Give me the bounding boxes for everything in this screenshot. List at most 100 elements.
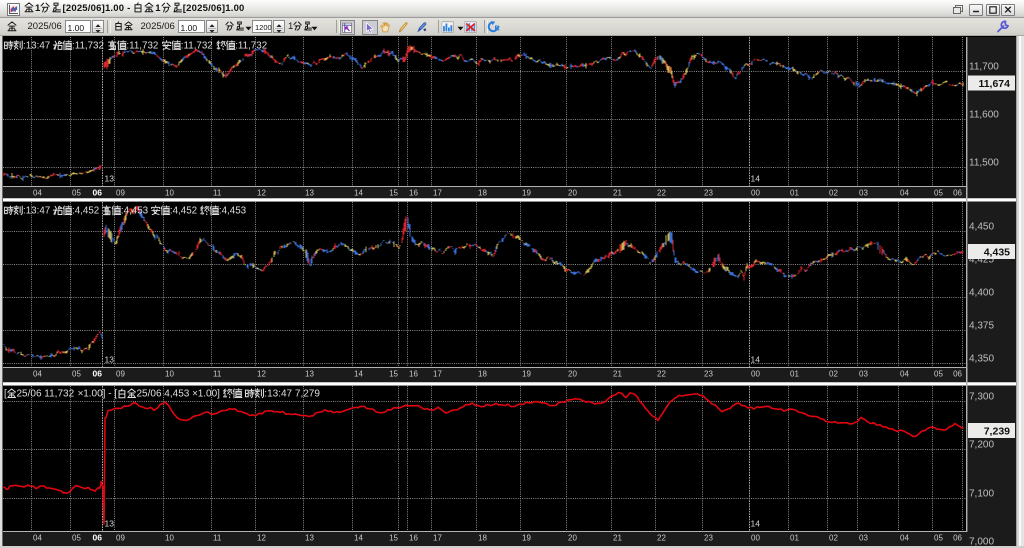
svg-text:17: 17 bbox=[433, 370, 442, 379]
svg-text:10: 10 bbox=[165, 189, 174, 198]
svg-text:01: 01 bbox=[790, 370, 799, 379]
svg-text:7,239: 7,239 bbox=[984, 426, 1010, 438]
svg-text:17: 17 bbox=[433, 189, 442, 198]
svg-text:00: 00 bbox=[751, 534, 760, 543]
svg-text:16: 16 bbox=[409, 534, 418, 543]
svg-text:19: 19 bbox=[522, 370, 531, 379]
svg-text:4,350: 4,350 bbox=[969, 354, 994, 365]
svg-text:05: 05 bbox=[72, 189, 81, 198]
svg-text:20: 20 bbox=[568, 189, 577, 198]
svg-text:04: 04 bbox=[33, 370, 42, 379]
svg-text:12: 12 bbox=[257, 189, 266, 198]
svg-text:11: 11 bbox=[213, 189, 222, 198]
svg-text:11: 11 bbox=[213, 534, 222, 543]
svg-text:11,500: 11,500 bbox=[969, 158, 999, 169]
svg-text:22: 22 bbox=[657, 189, 666, 198]
svg-text:11,600: 11,600 bbox=[969, 110, 999, 121]
svg-text:13: 13 bbox=[305, 189, 314, 198]
svg-text:00: 00 bbox=[751, 370, 760, 379]
svg-text:04: 04 bbox=[33, 534, 42, 543]
svg-text:05: 05 bbox=[72, 370, 81, 379]
svg-text:21: 21 bbox=[613, 370, 622, 379]
svg-text:22: 22 bbox=[657, 370, 666, 379]
svg-text:20: 20 bbox=[568, 534, 577, 543]
svg-text:23: 23 bbox=[704, 370, 713, 379]
svg-text:13: 13 bbox=[305, 534, 314, 543]
svg-text:06: 06 bbox=[93, 369, 103, 379]
svg-text:03: 03 bbox=[859, 189, 868, 198]
svg-text:14: 14 bbox=[751, 355, 761, 365]
svg-text:7,200: 7,200 bbox=[969, 440, 994, 451]
svg-text:13: 13 bbox=[105, 174, 115, 184]
svg-text:14: 14 bbox=[751, 174, 761, 184]
svg-text:11,700: 11,700 bbox=[969, 62, 999, 73]
svg-text:1.00] - [: 1.00] - [ bbox=[83, 389, 117, 400]
svg-text:12: 12 bbox=[257, 370, 266, 379]
svg-text:09: 09 bbox=[116, 189, 125, 198]
svg-text:05: 05 bbox=[934, 534, 943, 543]
svg-text:04: 04 bbox=[33, 189, 42, 198]
svg-text:21: 21 bbox=[613, 189, 622, 198]
svg-text:13: 13 bbox=[105, 355, 115, 365]
svg-text:02: 02 bbox=[829, 534, 838, 543]
svg-text:05: 05 bbox=[934, 189, 943, 198]
svg-text:20: 20 bbox=[568, 370, 577, 379]
svg-text:06: 06 bbox=[953, 370, 962, 379]
svg-text:06: 06 bbox=[93, 533, 103, 543]
svg-text:25/06 11,732: 25/06 11,732 bbox=[17, 389, 75, 400]
svg-text::11,732: :11,732 bbox=[181, 41, 213, 52]
svg-text:19: 19 bbox=[522, 189, 531, 198]
svg-text:15: 15 bbox=[389, 189, 398, 198]
svg-text:11: 11 bbox=[213, 370, 222, 379]
svg-text:00: 00 bbox=[751, 189, 760, 198]
svg-text:25/06 4,453: 25/06 4,453 bbox=[137, 389, 190, 400]
svg-text:06: 06 bbox=[953, 189, 962, 198]
svg-text:18: 18 bbox=[478, 534, 487, 543]
svg-text::4,452: :4,452 bbox=[170, 206, 197, 217]
svg-text:05: 05 bbox=[72, 534, 81, 543]
svg-text:02: 02 bbox=[829, 189, 838, 198]
svg-text:13: 13 bbox=[305, 370, 314, 379]
svg-text:23: 23 bbox=[704, 189, 713, 198]
svg-text:16: 16 bbox=[409, 370, 418, 379]
svg-text:12: 12 bbox=[257, 534, 266, 543]
svg-text:06: 06 bbox=[953, 534, 962, 543]
svg-text:4,450: 4,450 bbox=[969, 222, 994, 233]
svg-text:11,674: 11,674 bbox=[978, 78, 1010, 90]
svg-text:15: 15 bbox=[389, 534, 398, 543]
svg-text:7,300: 7,300 bbox=[969, 392, 994, 403]
svg-text:4,400: 4,400 bbox=[969, 288, 994, 299]
svg-text::11,732: :11,732 bbox=[235, 41, 267, 52]
svg-text:03: 03 bbox=[859, 534, 868, 543]
svg-text::13:47 7,279: :13:47 7,279 bbox=[264, 389, 320, 400]
svg-text:21: 21 bbox=[613, 534, 622, 543]
svg-text:R: R bbox=[494, 23, 500, 32]
svg-text:[: [ bbox=[4, 389, 7, 400]
svg-text:05: 05 bbox=[934, 370, 943, 379]
svg-text:09: 09 bbox=[116, 370, 125, 379]
svg-text::13:47: :13:47 bbox=[23, 206, 50, 217]
svg-text:01: 01 bbox=[790, 189, 799, 198]
svg-text:14: 14 bbox=[751, 519, 761, 529]
svg-text:14: 14 bbox=[354, 370, 363, 379]
svg-text:4,375: 4,375 bbox=[969, 321, 994, 332]
svg-text:23: 23 bbox=[704, 534, 713, 543]
svg-text:10: 10 bbox=[165, 370, 174, 379]
svg-text:13: 13 bbox=[105, 519, 115, 529]
svg-text:17: 17 bbox=[433, 534, 442, 543]
svg-text:01: 01 bbox=[790, 534, 799, 543]
svg-text:04: 04 bbox=[900, 370, 909, 379]
svg-text:4,435: 4,435 bbox=[984, 247, 1010, 259]
svg-text:16: 16 bbox=[409, 189, 418, 198]
svg-text::4,453: :4,453 bbox=[219, 206, 247, 217]
svg-text:10: 10 bbox=[165, 534, 174, 543]
svg-text:03: 03 bbox=[859, 370, 868, 379]
svg-text:06: 06 bbox=[93, 188, 103, 198]
svg-text:04: 04 bbox=[900, 534, 909, 543]
svg-text:15: 15 bbox=[389, 370, 398, 379]
svg-text:02: 02 bbox=[829, 370, 838, 379]
svg-text:18: 18 bbox=[478, 189, 487, 198]
svg-text::11,732: :11,732 bbox=[126, 41, 158, 52]
svg-text:7,100: 7,100 bbox=[969, 489, 994, 500]
svg-text::13:47: :13:47 bbox=[23, 41, 50, 52]
